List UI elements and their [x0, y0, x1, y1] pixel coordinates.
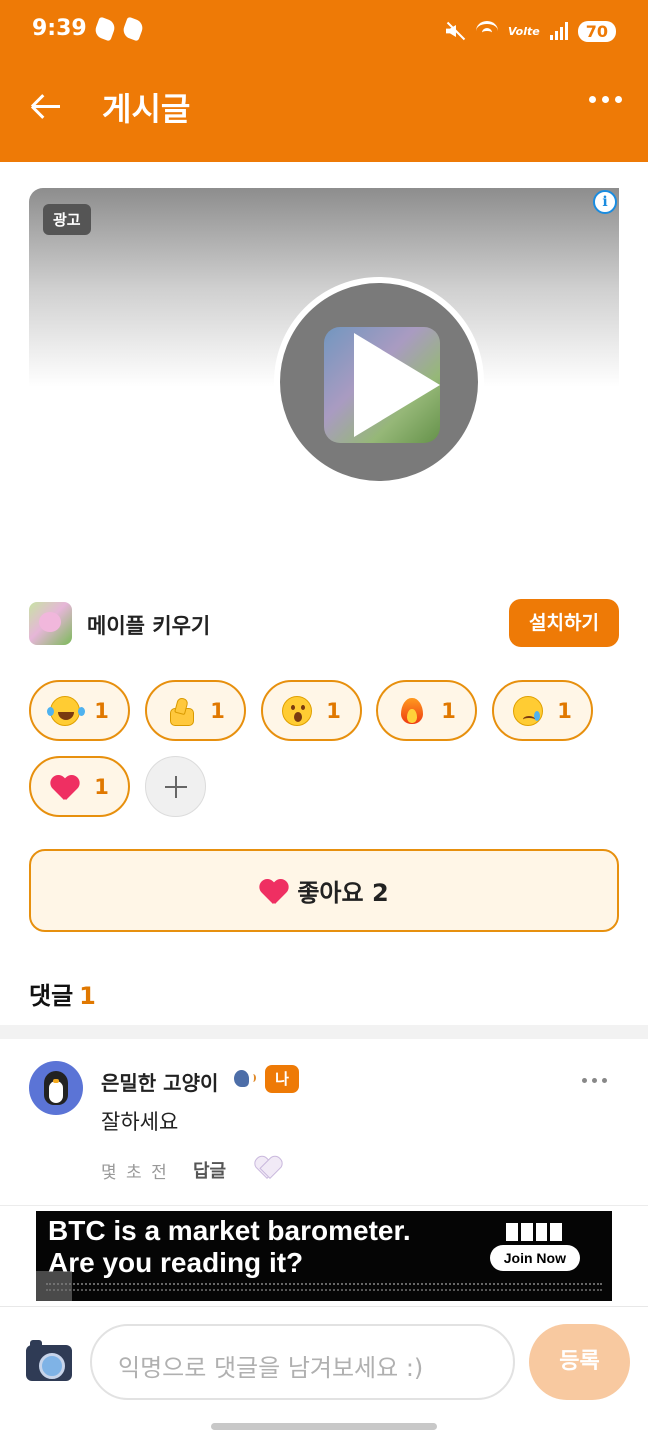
banner-ad[interactable]: BTC is a market barometer. Are you readi…	[36, 1211, 612, 1301]
adchoices-icon[interactable]	[36, 1271, 72, 1301]
like-button[interactable]: 좋아요 2	[29, 849, 619, 932]
status-time: 9:39	[32, 16, 87, 41]
avatar[interactable]	[29, 1061, 83, 1115]
reaction-count: 1	[441, 698, 456, 723]
status-bar: 9:39 Volte 70	[0, 0, 648, 62]
comment-author: 은밀한 고양이	[101, 1071, 219, 1095]
more-options-icon[interactable]	[589, 96, 622, 103]
comment-text: 잘하세요	[101, 1110, 179, 1134]
reaction-count: 1	[94, 774, 109, 799]
camera-icon[interactable]	[26, 1340, 72, 1381]
comments-title: 댓글	[29, 982, 74, 1010]
heart-icon	[259, 876, 289, 906]
app-bar: 게시글	[0, 62, 648, 162]
laughing-crying-icon	[47, 695, 81, 726]
signal-icon	[549, 22, 568, 40]
comment-more-icon[interactable]	[582, 1078, 607, 1083]
status-icons: Volte 70	[444, 16, 616, 46]
install-button[interactable]: 설치하기	[509, 599, 619, 647]
ad-info-icon[interactable]: i	[593, 190, 617, 214]
top-bar: 9:39 Volte 70 게시글	[0, 0, 648, 162]
volte-indicator: Volte	[507, 24, 540, 38]
join-now-button[interactable]: Join Now	[489, 1245, 580, 1271]
ad-badge: 광고	[43, 204, 91, 235]
comment-input[interactable]: 익명으로 댓글을 남겨보세요 :)	[90, 1324, 515, 1400]
banner-headline: BTC is a market barometer.	[48, 1215, 411, 1246]
notification-icon	[93, 16, 117, 42]
mute-icon	[444, 21, 466, 41]
ad-video[interactable]: 광고 i	[29, 188, 619, 586]
fire-icon	[397, 696, 427, 726]
speaking-head-icon	[234, 1068, 256, 1088]
section-divider	[0, 1025, 648, 1039]
reaction-count: 1	[94, 698, 109, 723]
play-icon	[354, 333, 440, 437]
reaction-count: 1	[326, 698, 341, 723]
comment-composer: 익명으로 댓글을 남겨보세요 :) 등록	[0, 1306, 648, 1440]
battery-indicator: 70	[577, 20, 616, 42]
reaction-thumbs-up[interactable]: 1	[145, 680, 246, 741]
okx-logo-icon	[506, 1223, 562, 1241]
wifi-icon	[475, 21, 498, 41]
play-button[interactable]	[274, 277, 484, 487]
me-badge: 나	[265, 1065, 299, 1093]
ad-footer: 메이플 키우기 설치하기	[29, 598, 619, 650]
reaction-fire[interactable]: 1	[376, 680, 477, 741]
home-indicator[interactable]	[211, 1423, 437, 1430]
page-title: 게시글	[102, 90, 191, 128]
reaction-heart[interactable]: 1	[29, 756, 130, 817]
like-label: 좋아요 2	[297, 879, 389, 907]
submit-button[interactable]: 등록	[529, 1324, 630, 1400]
back-arrow-icon[interactable]	[26, 84, 70, 128]
disclaimer-text	[46, 1283, 602, 1291]
reaction-laughing[interactable]: 1	[29, 680, 130, 741]
comments-count: 1	[79, 982, 96, 1010]
notification-icon	[121, 16, 145, 42]
ad-app-name[interactable]: 메이플 키우기	[87, 610, 210, 640]
surprised-face-icon	[282, 695, 313, 726]
heart-icon	[50, 772, 80, 802]
banner-subline: Are you reading it?	[48, 1247, 304, 1278]
reaction-count: 1	[557, 698, 572, 723]
reply-button[interactable]: 답글	[193, 1157, 226, 1183]
crying-face-icon	[513, 695, 544, 726]
comment-time: 몇 초 전	[101, 1163, 169, 1183]
app-icon[interactable]	[29, 602, 72, 645]
comments-heading: 댓글 1	[29, 976, 96, 1011]
reaction-crying[interactable]: 1	[492, 680, 593, 741]
reaction-count: 1	[210, 698, 225, 723]
add-reaction-button[interactable]	[145, 756, 206, 817]
comment-like-heart-icon[interactable]	[255, 1156, 281, 1180]
comment-item: 은밀한 고양이 나 잘하세요 몇 초 전 답글	[0, 1039, 648, 1206]
thumbs-up-icon	[166, 696, 196, 726]
reaction-surprised[interactable]: 1	[261, 680, 362, 741]
comment-input-placeholder: 익명으로 댓글을 남겨보세요 :)	[118, 1354, 424, 1382]
